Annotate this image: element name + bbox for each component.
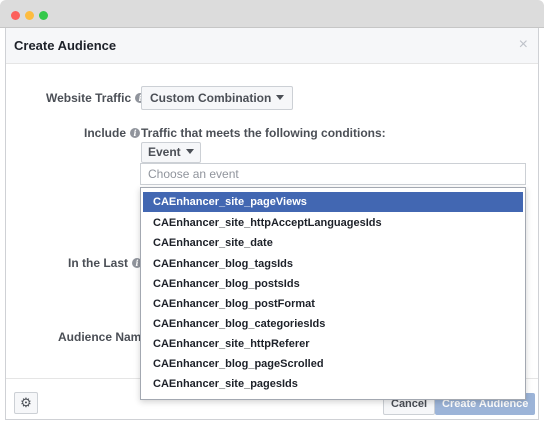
close-icon[interactable]: × xyxy=(519,36,528,54)
dropdown-item[interactable]: CAEnhancer_blog_tagsIds xyxy=(143,254,523,274)
filter-type-dropdown[interactable]: Event xyxy=(141,142,201,163)
website-traffic-label: Website Traffic xyxy=(46,91,132,105)
dropdown-item[interactable]: CAEnhancer_site_date xyxy=(143,233,523,253)
dialog-header: Create Audience × xyxy=(6,28,538,64)
website-traffic-dropdown[interactable]: Custom Combination xyxy=(141,86,294,110)
website-traffic-label-row: Website Traffici xyxy=(46,91,146,105)
settings-button[interactable]: ⚙ xyxy=(14,392,38,414)
chevron-down-icon xyxy=(276,95,285,101)
gear-icon: ⚙ xyxy=(20,395,32,410)
dropdown-item[interactable]: CAEnhancer_site_httpAcceptLanguagesIds xyxy=(143,213,523,233)
dropdown-item[interactable]: CAEnhancer_site_pagesIds xyxy=(143,374,523,394)
dropdown-item[interactable]: CAEnhancer_blog_postsIds xyxy=(143,274,523,294)
dropdown-item[interactable]: CAEnhancer_blog_postFormat xyxy=(143,294,523,314)
in-the-last-label: In the Last xyxy=(68,256,129,270)
dropdown-item[interactable]: CAEnhancer_site_httpReferer xyxy=(143,334,523,354)
include-label: Include xyxy=(84,126,127,140)
info-icon[interactable]: i xyxy=(130,127,141,138)
window-minimize-dot[interactable] xyxy=(25,11,34,20)
dropdown-item[interactable]: CAEnhancer_site_pageViews xyxy=(143,192,523,212)
dialog-title: Create Audience xyxy=(14,38,117,53)
chevron-down-icon xyxy=(185,149,194,155)
in-the-last-label-row: In the Last i xyxy=(68,256,143,270)
window-close-dot[interactable] xyxy=(11,11,20,20)
website-traffic-value: Custom Combination xyxy=(150,91,272,105)
event-dropdown-menu: CAEnhancer_site_pageViews CAEnhancer_sit… xyxy=(140,187,526,400)
event-input-placeholder: Choose an event xyxy=(148,167,239,181)
window-zoom-dot[interactable] xyxy=(39,11,48,20)
dropdown-item[interactable]: CAEnhancer_blog_categoriesIds xyxy=(143,314,523,334)
dropdown-item[interactable]: CAEnhancer_blog_pageScrolled xyxy=(143,354,523,374)
filter-type-value: Event xyxy=(148,145,181,159)
audience-name-label-row: Audience Name xyxy=(58,330,148,344)
include-description: Traffic that meets the following conditi… xyxy=(141,126,386,140)
window-titlebar xyxy=(0,0,544,28)
include-label-row: Include i xyxy=(84,126,141,140)
audience-name-label: Audience Name xyxy=(58,330,149,344)
event-search-input[interactable]: Choose an event xyxy=(140,163,526,185)
create-audience-dialog: Create Audience × Website Traffici Custo… xyxy=(5,28,539,420)
